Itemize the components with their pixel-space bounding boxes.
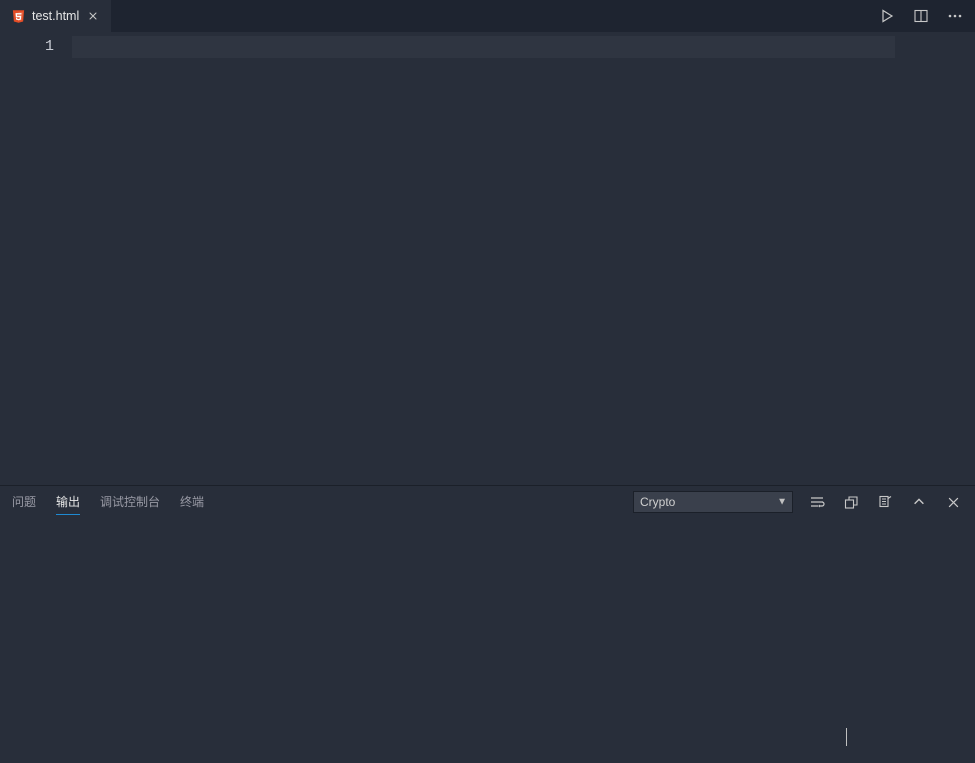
panel-tabs: 问题 输出 调试控制台 终端: [12, 489, 204, 515]
html5-icon: [10, 8, 26, 24]
toggle-wordwrap-icon[interactable]: [807, 492, 827, 512]
more-actions-icon[interactable]: [945, 6, 965, 26]
panel-tab-output[interactable]: 输出: [56, 489, 80, 515]
code-line-1[interactable]: [72, 36, 895, 58]
close-icon[interactable]: [85, 8, 101, 24]
editor-tab-label: test.html: [32, 9, 79, 23]
open-log-icon[interactable]: [841, 492, 861, 512]
editor-tabbar-actions: [867, 0, 975, 32]
output-channel-select[interactable]: [633, 491, 793, 513]
text-cursor: [846, 728, 847, 746]
chevron-up-icon[interactable]: [909, 492, 929, 512]
run-icon[interactable]: [877, 6, 897, 26]
code-editor[interactable]: 1: [0, 32, 975, 485]
code-area[interactable]: [72, 32, 975, 485]
panel-tab-problems[interactable]: 问题: [12, 489, 36, 515]
close-panel-icon[interactable]: [943, 492, 963, 512]
bottom-panel: 问题 输出 调试控制台 终端 ▼: [0, 485, 975, 763]
panel-actions: ▼: [633, 491, 963, 513]
clear-output-icon[interactable]: [875, 492, 895, 512]
editor-tab-test-html[interactable]: test.html: [0, 0, 112, 32]
panel-header: 问题 输出 调试控制台 终端 ▼: [0, 486, 975, 518]
line-number: 1: [0, 36, 54, 58]
panel-tab-terminal[interactable]: 终端: [180, 489, 204, 515]
line-number-gutter: 1: [0, 32, 72, 485]
panel-tab-debug-console[interactable]: 调试控制台: [100, 489, 160, 515]
editor-tabbar: test.html: [0, 0, 975, 32]
output-panel-body[interactable]: [0, 518, 975, 763]
split-editor-icon[interactable]: [911, 6, 931, 26]
